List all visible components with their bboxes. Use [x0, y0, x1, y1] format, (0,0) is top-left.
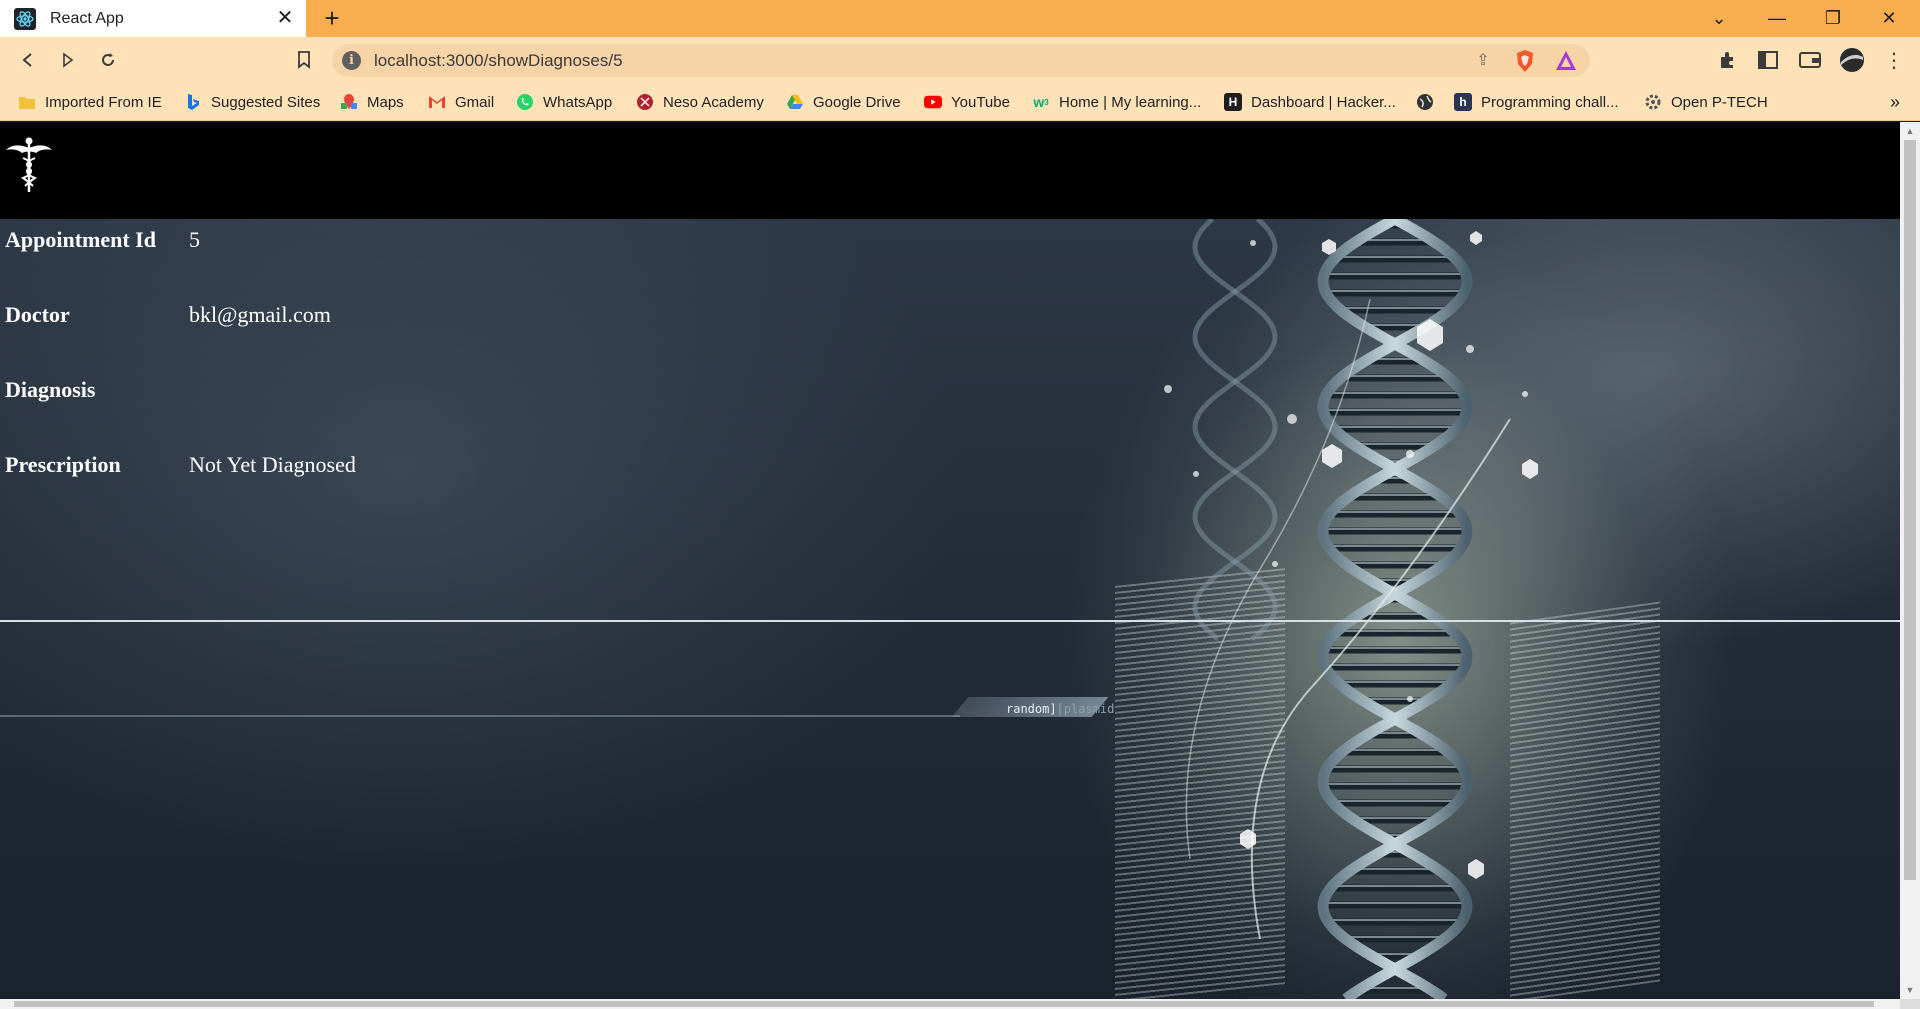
tab-title: React App — [50, 9, 124, 27]
extensions-icon[interactable] — [1714, 46, 1742, 74]
bookmark-suggested-sites[interactable]: Suggested Sites — [184, 83, 320, 121]
neso-icon — [636, 93, 654, 111]
bookmark-label: YouTube — [951, 93, 1010, 111]
bookmark-neso-academy[interactable]: Neso Academy — [636, 83, 764, 121]
tab-react-app[interactable]: React App ✕ — [0, 0, 306, 37]
horizontal-rule — [0, 620, 1900, 622]
bookmark-globe[interactable] — [1416, 83, 1443, 121]
gmail-icon — [428, 93, 446, 111]
vertical-scroll-thumb[interactable] — [1904, 140, 1916, 880]
page-viewport: random][plasmid Appointment Id 5 Doctor … — [0, 122, 1900, 999]
caption-random: random] — [1006, 702, 1057, 716]
bookmark-maps[interactable]: Maps — [340, 83, 404, 121]
restore-icon[interactable]: ❐ — [1810, 0, 1856, 37]
window-close-icon[interactable]: ✕ — [1866, 0, 1912, 37]
appointment-id-value: 5 — [189, 227, 200, 252]
bookmark-w3schools[interactable]: w3 Home | My learning... — [1032, 83, 1201, 121]
bookmark-label: Suggested Sites — [211, 93, 321, 111]
new-tab-icon[interactable]: + — [318, 4, 346, 32]
maps-icon — [340, 93, 358, 111]
doctor-value: bkl@gmail.com — [189, 302, 331, 327]
tab-search-chevron-icon[interactable]: ⌄ — [1696, 0, 1742, 37]
bookmarks-bar: Imported From IE Suggested Sites Maps Gm… — [0, 83, 1920, 121]
whatsapp-icon — [516, 93, 534, 111]
bookmark-label: WhatsApp — [543, 93, 613, 111]
vertical-scrollbar[interactable]: ▲ ▼ — [1900, 122, 1920, 999]
horizontal-scrollbar[interactable] — [0, 999, 1900, 1009]
bookmark-whatsapp[interactable]: WhatsApp — [516, 83, 612, 121]
prescription-row: Prescription Not Yet Diagnosed — [0, 444, 1900, 519]
drive-icon — [786, 93, 804, 111]
tab-strip: React App ✕ + ⌄ — ❐ ✕ — [0, 0, 1920, 37]
bookmark-hackerearth[interactable]: h Programming chall... — [1454, 83, 1619, 121]
doctor-row: Doctor bkl@gmail.com — [0, 294, 1900, 369]
bookmark-google-drive[interactable]: Google Drive — [786, 83, 901, 121]
share-icon[interactable]: ⇪ — [1472, 50, 1494, 72]
forward-icon[interactable] — [54, 46, 82, 74]
bookmark-label: Neso Academy — [663, 93, 764, 111]
horizontal-scroll-thumb[interactable] — [14, 1001, 1874, 1007]
youtube-icon — [924, 93, 942, 111]
globe-icon — [1416, 93, 1434, 111]
more-bookmarks-icon[interactable]: » — [1890, 92, 1900, 113]
scroll-down-icon[interactable]: ▼ — [1905, 985, 1915, 995]
bookmark-label: Maps — [367, 93, 404, 111]
prescription-label: Prescription — [5, 452, 121, 477]
close-tab-icon[interactable]: ✕ — [274, 7, 296, 29]
caption-plasmid: [plasmid — [1056, 702, 1115, 716]
hackerearth-icon: h — [1454, 93, 1472, 111]
appointment-id-row: Appointment Id 5 — [0, 219, 1900, 294]
app-header — [0, 122, 1900, 219]
background-line — [0, 715, 960, 717]
url-text[interactable]: localhost:3000/showDiagnoses/5 — [374, 51, 623, 71]
brave-shields-icon[interactable] — [1514, 49, 1536, 73]
site-info-icon[interactable]: i — [342, 51, 361, 70]
prescription-value: Not Yet Diagnosed — [189, 452, 356, 477]
wallet-icon[interactable] — [1796, 46, 1824, 74]
sidebar-icon[interactable] — [1754, 46, 1782, 74]
background-caption: random][plasmid — [1006, 702, 1114, 716]
reload-icon[interactable] — [94, 46, 122, 74]
bookmark-label: Open P-TECH — [1671, 93, 1768, 111]
bookmark-label: Imported From IE — [45, 93, 162, 111]
hackerrank-icon: H — [1224, 93, 1242, 111]
bookmark-hackerrank[interactable]: H Dashboard | Hacker... — [1224, 83, 1396, 121]
profile-avatar-icon[interactable] — [1838, 46, 1866, 74]
diagnosis-row: Diagnosis — [0, 369, 1900, 444]
bookmark-label: Gmail — [455, 93, 495, 111]
back-icon[interactable] — [14, 46, 42, 74]
appointment-id-label: Appointment Id — [5, 227, 156, 252]
doctor-label: Doctor — [5, 302, 70, 327]
address-bar[interactable]: i localhost:3000/showDiagnoses/5 ⇪ — [332, 44, 1590, 77]
bookmark-label: Home | My learning... — [1059, 93, 1202, 111]
ptech-icon — [1644, 93, 1662, 111]
menu-icon[interactable]: ⋮ — [1880, 46, 1908, 74]
bookmark-open-ptech[interactable]: Open P-TECH — [1644, 83, 1768, 121]
bookmark-label: Google Drive — [813, 93, 901, 111]
bookmark-label: Dashboard | Hacker... — [1251, 93, 1396, 111]
scrollbar-corner — [1900, 999, 1920, 1009]
w3-icon: w3 — [1033, 94, 1049, 110]
bookmark-gmail[interactable]: Gmail — [428, 83, 494, 121]
bing-icon — [184, 93, 202, 111]
folder-icon — [18, 93, 36, 111]
bookmark-label: Programming chall... — [1481, 93, 1619, 111]
react-icon — [14, 7, 36, 30]
scroll-up-icon[interactable]: ▲ — [1905, 126, 1915, 136]
diagnosis-label: Diagnosis — [5, 377, 96, 402]
bookmark-imported-from-ie[interactable]: Imported From IE — [18, 83, 162, 121]
diagnosis-details: Appointment Id 5 Doctor bkl@gmail.com Di… — [0, 219, 1900, 519]
minimize-icon[interactable]: — — [1754, 0, 1800, 37]
bookmark-youtube[interactable]: YouTube — [924, 83, 1010, 121]
bookmark-icon[interactable] — [290, 46, 318, 74]
caduceus-logo-icon — [6, 137, 52, 192]
browser-toolbar: i localhost:3000/showDiagnoses/5 ⇪ ⋮ — [0, 37, 1920, 83]
brave-rewards-icon[interactable] — [1554, 49, 1578, 73]
